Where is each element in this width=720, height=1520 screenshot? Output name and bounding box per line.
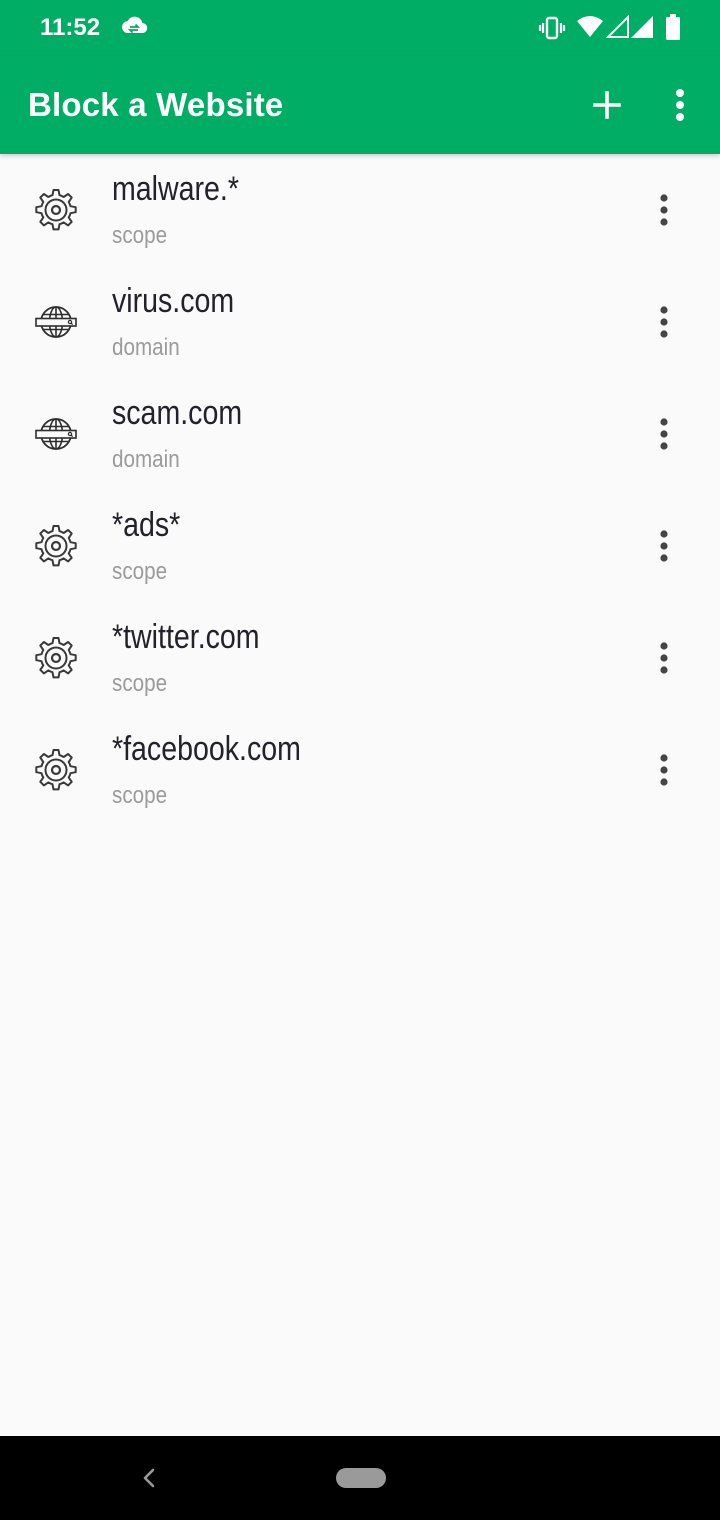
- item-type: domain: [112, 446, 180, 473]
- list-item[interactable]: *ads* scope: [0, 490, 720, 602]
- add-icon[interactable]: [586, 84, 628, 126]
- item-menu-icon[interactable]: [648, 190, 680, 230]
- item-menu-icon[interactable]: [648, 526, 680, 566]
- back-icon[interactable]: [136, 1462, 160, 1494]
- gear-icon: [34, 636, 78, 680]
- list-item[interactable]: *twitter.com scope: [0, 602, 720, 714]
- list-item[interactable]: virus.com domain: [0, 266, 720, 378]
- vibrate-icon: [538, 16, 566, 40]
- list-item[interactable]: *facebook.com scope: [0, 714, 720, 826]
- list-item[interactable]: malware.* scope: [0, 154, 720, 266]
- item-menu-icon[interactable]: [648, 638, 680, 678]
- item-menu-icon[interactable]: [648, 750, 680, 790]
- item-name: *ads*: [112, 506, 181, 544]
- status-time: 11:52: [40, 14, 101, 41]
- globe-icon: [34, 300, 78, 344]
- page-title: Block a Website: [28, 86, 284, 123]
- item-menu-icon[interactable]: [648, 414, 680, 454]
- item-type: scope: [112, 222, 168, 249]
- navigation-bar: [0, 1436, 720, 1520]
- globe-icon: [34, 412, 78, 456]
- gear-icon: [34, 188, 78, 232]
- gear-icon: [34, 748, 78, 792]
- item-type: scope: [112, 782, 168, 809]
- item-name: *twitter.com: [112, 618, 260, 656]
- item-name: *facebook.com: [112, 730, 301, 768]
- item-type: scope: [112, 558, 168, 585]
- gear-icon: [34, 524, 78, 568]
- item-name: virus.com: [112, 282, 235, 320]
- blocked-list: malware.* scope virus.com domain scam.co…: [0, 154, 720, 826]
- item-type: scope: [112, 670, 168, 697]
- home-pill[interactable]: [336, 1468, 386, 1488]
- item-name: malware.*: [112, 170, 239, 208]
- cloud-sync-icon: [121, 16, 148, 34]
- status-bar: 11:52: [0, 0, 720, 56]
- item-menu-icon[interactable]: [648, 302, 680, 342]
- signal-icon: [631, 16, 653, 38]
- item-type: domain: [112, 334, 180, 361]
- list-item[interactable]: scam.com domain: [0, 378, 720, 490]
- app-bar: Block a Website: [0, 56, 720, 154]
- battery-icon: [666, 14, 680, 40]
- more-vert-icon[interactable]: [664, 84, 696, 126]
- item-name: scam.com: [112, 394, 243, 432]
- signal-empty-icon: [606, 15, 629, 38]
- wifi-icon: [577, 16, 603, 37]
